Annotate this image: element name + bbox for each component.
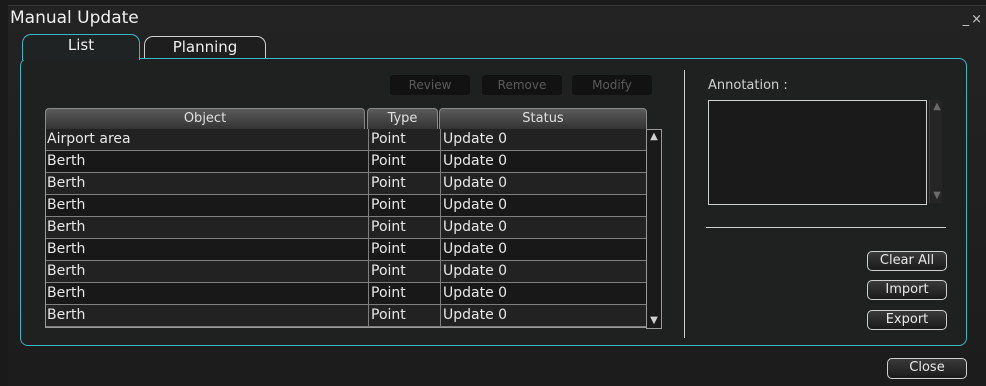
table-row[interactable]: Berth Point Update 0 xyxy=(46,151,646,173)
cell-status: Update 0 xyxy=(440,261,648,282)
table-row[interactable]: Airport area Point Update 0 xyxy=(46,129,646,151)
cell-type: Point xyxy=(368,261,441,282)
column-header-type[interactable]: Type xyxy=(367,108,438,130)
remove-button[interactable]: Remove xyxy=(482,75,562,95)
cell-object: Berth xyxy=(47,285,86,301)
annotation-scrollbar[interactable]: ▲ ▼ xyxy=(929,100,942,203)
cell-object: Berth xyxy=(47,153,86,169)
cell-type: Point xyxy=(368,129,441,150)
cell-object: Berth xyxy=(47,307,86,323)
window-title: Manual Update xyxy=(10,8,139,28)
cell-object: Berth xyxy=(47,219,86,235)
minimize-icon[interactable]: _ xyxy=(963,12,970,27)
cell-type: Point xyxy=(368,173,441,194)
table-row[interactable]: Berth Point Update 0 xyxy=(46,217,646,239)
cell-type: Point xyxy=(368,283,441,304)
cell-object: Berth xyxy=(47,241,86,257)
cell-object: Berth xyxy=(47,175,86,191)
table-row[interactable]: Berth Point Update 0 xyxy=(46,239,646,261)
cell-type: Point xyxy=(368,305,441,326)
cell-status: Update 0 xyxy=(440,151,648,172)
table-row[interactable]: Berth Point Update 0 xyxy=(46,261,646,283)
cell-status: Update 0 xyxy=(440,239,648,260)
column-header-status[interactable]: Status xyxy=(439,108,647,130)
annotation-textarea[interactable] xyxy=(708,100,927,205)
scroll-up-icon[interactable]: ▲ xyxy=(931,102,943,112)
cell-type: Point xyxy=(368,239,441,260)
cell-type: Point xyxy=(368,151,441,172)
object-table: Airport area Point Update 0 Berth Point Upda… xyxy=(45,129,647,328)
export-button[interactable]: Export xyxy=(867,310,947,330)
clear-all-button[interactable]: Clear All xyxy=(867,251,947,271)
cell-status: Update 0 xyxy=(440,217,648,238)
horizontal-divider xyxy=(706,227,946,228)
cell-object: Airport area xyxy=(47,131,131,147)
cell-status: Update 0 xyxy=(440,305,648,326)
table-row[interactable]: Berth Point Update 0 xyxy=(46,283,646,305)
table-scrollbar[interactable]: ▲ ▼ xyxy=(646,129,662,329)
table-row[interactable]: Berth Point Update 0 xyxy=(46,305,646,327)
table-row[interactable]: Berth Point Update 0 xyxy=(46,173,646,195)
tab-list[interactable]: List xyxy=(22,34,140,60)
import-button[interactable]: Import xyxy=(867,280,947,300)
tab-planning[interactable]: Planning xyxy=(144,36,266,59)
scroll-down-icon[interactable]: ▼ xyxy=(648,316,660,326)
close-button[interactable]: Close xyxy=(887,358,967,379)
column-header-object[interactable]: Object xyxy=(45,108,365,130)
modify-button[interactable]: Modify xyxy=(572,75,652,95)
cell-object: Berth xyxy=(47,197,86,213)
vertical-divider xyxy=(684,70,685,338)
scroll-down-icon[interactable]: ▼ xyxy=(931,191,943,201)
window-controls: _ × xyxy=(961,12,982,27)
cell-type: Point xyxy=(368,195,441,216)
close-icon[interactable]: × xyxy=(971,12,982,27)
cell-status: Update 0 xyxy=(440,173,648,194)
cell-type: Point xyxy=(368,217,441,238)
table-row[interactable]: Berth Point Update 0 xyxy=(46,195,646,217)
cell-object: Berth xyxy=(47,263,86,279)
cell-status: Update 0 xyxy=(440,283,648,304)
cell-status: Update 0 xyxy=(440,195,648,216)
annotation-label: Annotation : xyxy=(708,78,788,93)
cell-status: Update 0 xyxy=(440,129,648,150)
scroll-up-icon[interactable]: ▲ xyxy=(648,132,660,142)
review-button[interactable]: Review xyxy=(390,75,470,95)
